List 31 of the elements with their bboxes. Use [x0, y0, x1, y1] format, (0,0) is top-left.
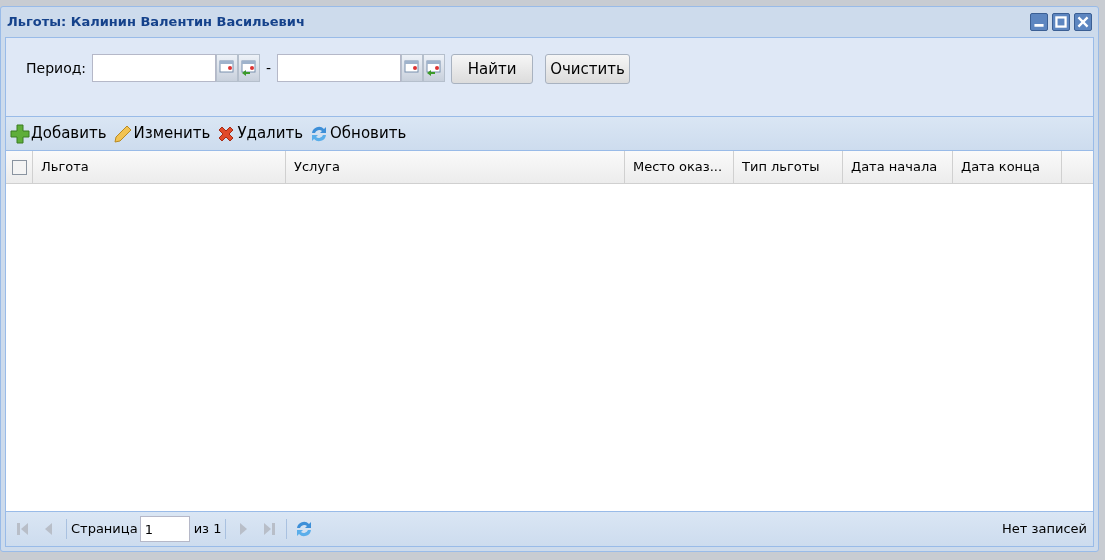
page-count-label: из 1: [193, 520, 222, 539]
column-header[interactable]: Льгота: [33, 151, 286, 183]
edit-button[interactable]: Изменить: [112, 119, 211, 148]
plus-icon: [10, 123, 30, 144]
add-button[interactable]: Добавить: [10, 119, 107, 148]
status-text: Нет записей: [1002, 520, 1087, 539]
find-button[interactable]: Найти: [451, 54, 534, 84]
column-header[interactable]: Место оказ...: [625, 151, 734, 183]
calendar-icon[interactable]: [401, 54, 424, 82]
page-field[interactable]: 1: [139, 516, 190, 542]
calendar-icon[interactable]: [216, 54, 239, 82]
maximize-icon[interactable]: [1052, 13, 1070, 31]
range-separator: -: [266, 58, 272, 78]
period-label: Период:: [26, 58, 87, 78]
pencil-icon: [112, 123, 133, 144]
column-header[interactable]: Услуга: [286, 151, 625, 183]
column-header[interactable]: Дата конца: [953, 151, 1062, 183]
refresh-button[interactable]: Обновить: [309, 119, 407, 148]
close-icon[interactable]: [1074, 13, 1092, 31]
column-header[interactable]: Тип льготы: [734, 151, 843, 183]
minimize-icon[interactable]: [1030, 13, 1048, 31]
window-title: Льготы: Калинин Валентин Васильевич: [7, 13, 305, 32]
date-field[interactable]: [92, 54, 217, 82]
calendar-reset-icon[interactable]: [423, 54, 446, 82]
column-header[interactable]: Дата начала: [843, 151, 953, 183]
clear-button[interactable]: Очистить: [545, 54, 630, 84]
date-field[interactable]: [277, 54, 402, 82]
delete-button[interactable]: Удалить: [216, 119, 303, 148]
select-all-checkbox[interactable]: [11, 159, 27, 175]
page-label: Страница: [71, 520, 138, 539]
calendar-reset-icon[interactable]: [238, 54, 261, 82]
